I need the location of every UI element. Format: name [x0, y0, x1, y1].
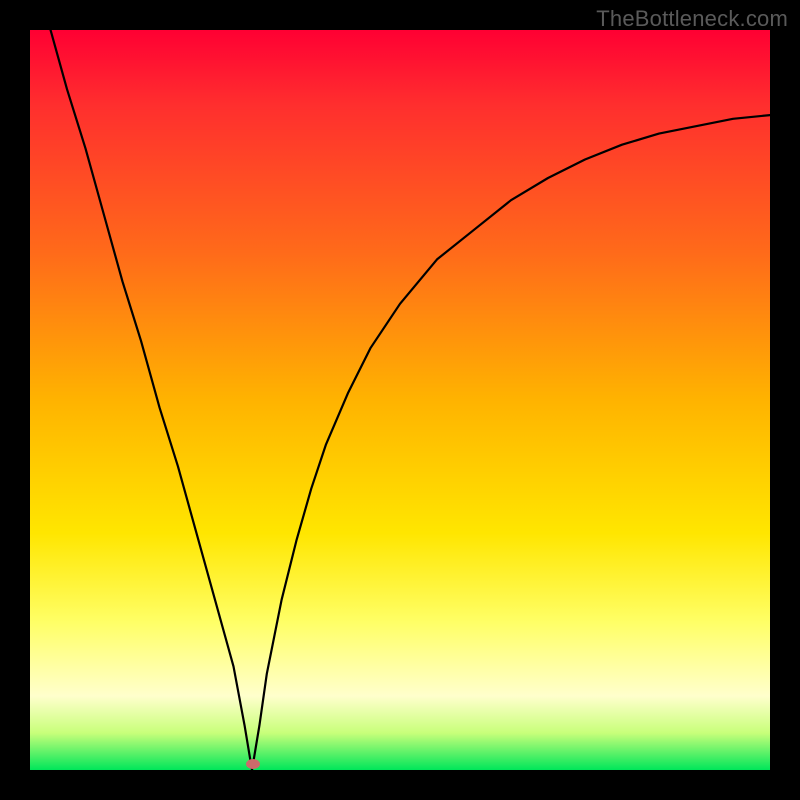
curve-svg [30, 30, 770, 770]
min-point-marker [246, 759, 260, 769]
chart-frame: TheBottleneck.com [0, 0, 800, 800]
plot-area [30, 30, 770, 770]
bottleneck-curve-path [30, 30, 770, 770]
watermark-text: TheBottleneck.com [596, 6, 788, 32]
